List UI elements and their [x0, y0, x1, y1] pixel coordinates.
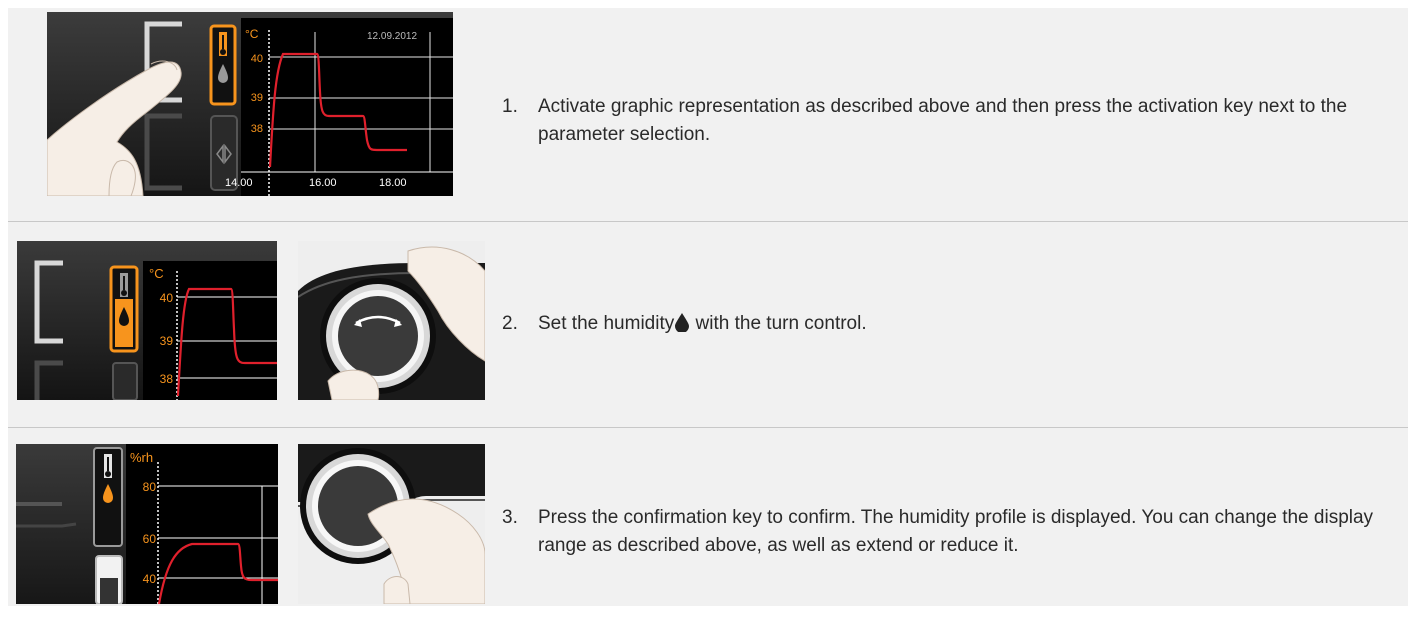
- step-number: 3.: [502, 507, 518, 528]
- confirm-key-image: [298, 444, 485, 604]
- step-text: Set the humidity: [538, 313, 675, 334]
- x-tick: 16.00: [309, 177, 337, 189]
- y-tick: 39: [160, 334, 174, 348]
- step-text-wrapper: Set the humidity with the turn control.: [538, 310, 867, 338]
- unit-label: °C: [245, 27, 259, 41]
- thermometer-icon: [120, 273, 128, 297]
- y-tick: 38: [251, 123, 263, 135]
- step-3: 3. Press the confirmation key to confirm…: [502, 504, 1382, 564]
- turn-control-knob[interactable]: [338, 296, 418, 376]
- step-2: 2. Set the humidity with the turn contro…: [502, 310, 1382, 340]
- step-text: with the turn control.: [690, 313, 867, 334]
- thermometer-icon: [219, 32, 227, 56]
- unit-label: %rh: [130, 450, 153, 465]
- activation-key[interactable]: [112, 362, 138, 400]
- step-1: 1. Activate graphic representation as de…: [502, 93, 1382, 153]
- device-display-1: °C 40 39 38 12.09.2012 14.00 16.00 18.00: [47, 12, 453, 196]
- unit-label: °C: [149, 266, 164, 281]
- y-tick: 80: [143, 480, 157, 494]
- y-tick: 40: [160, 291, 174, 305]
- step-number: 1.: [502, 96, 518, 117]
- y-tick: 39: [251, 92, 263, 104]
- x-tick: 14.00: [225, 177, 253, 189]
- x-tick: 18.00: [379, 177, 407, 189]
- step-text: Press the confirmation key to confirm. T…: [538, 507, 1374, 556]
- y-tick: 38: [160, 372, 174, 386]
- turn-control-image: [298, 241, 485, 400]
- device-display-2: °C 40 39 38: [17, 241, 277, 400]
- device-display-3: %rh 80 60 40: [16, 444, 278, 604]
- y-tick: 60: [143, 532, 157, 546]
- y-tick: 40: [143, 572, 157, 586]
- thermometer-icon: [104, 454, 112, 478]
- step-number: 2.: [502, 313, 518, 334]
- y-tick: 40: [251, 53, 263, 65]
- droplet-icon: [675, 313, 690, 333]
- date-label: 12.09.2012: [367, 31, 417, 42]
- step-text: Activate graphic representation as descr…: [538, 96, 1348, 145]
- instruction-page: °C 40 39 38 12.09.2012 14.00 16.00 18.00…: [0, 0, 1416, 620]
